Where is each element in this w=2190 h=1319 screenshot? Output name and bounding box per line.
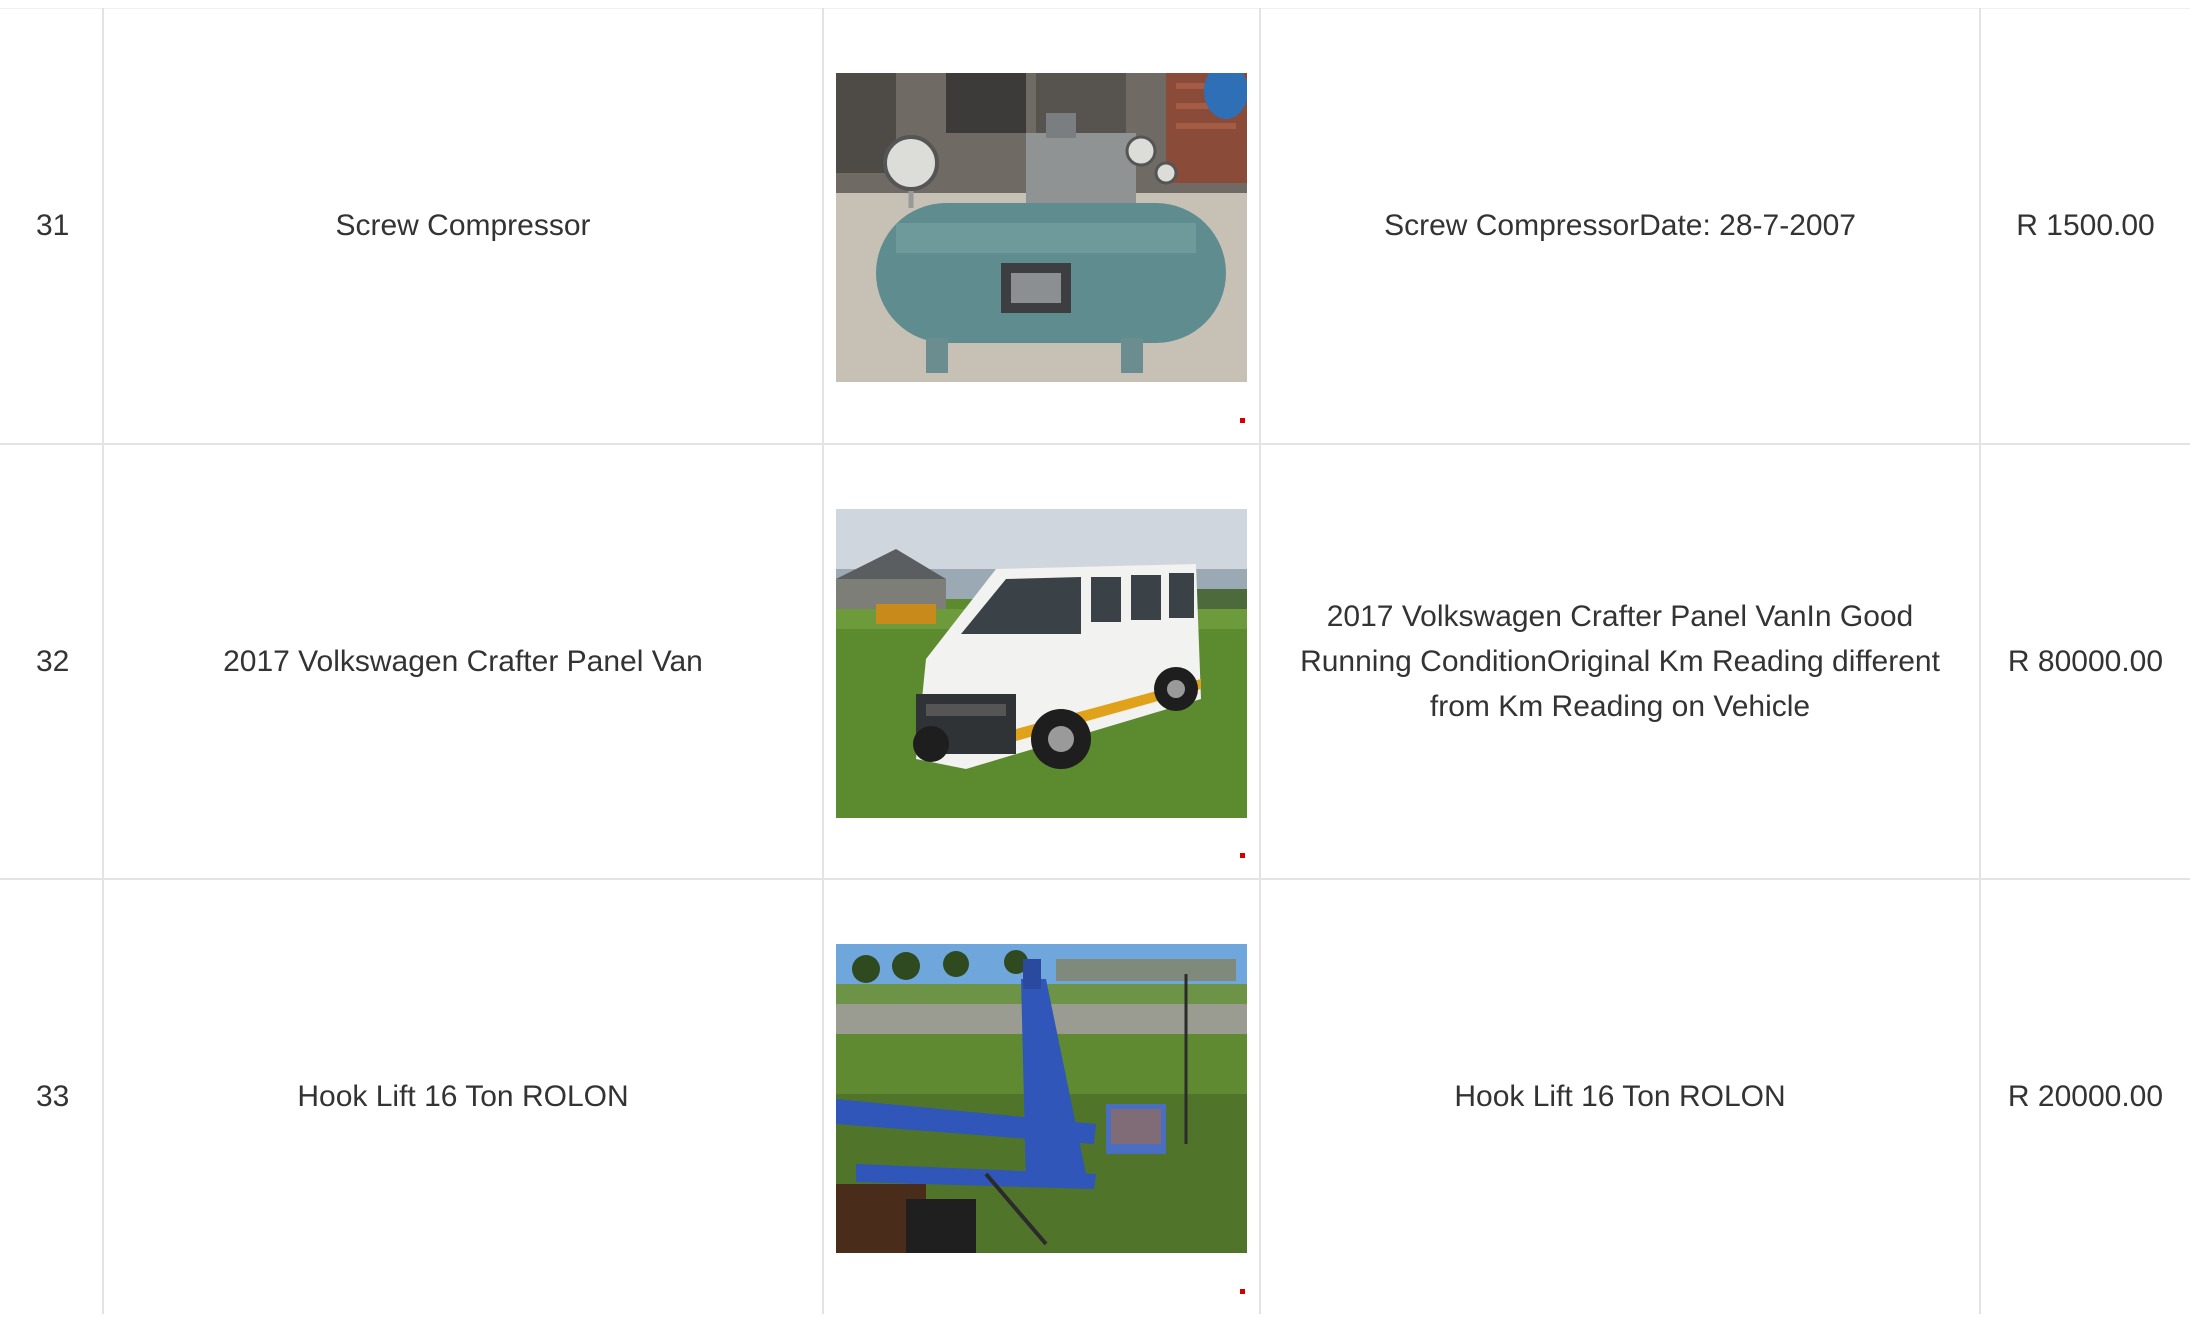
marker-dot xyxy=(1240,1288,1245,1294)
item-price: R 80000.00 xyxy=(1979,442,2190,880)
lot-number: 31 xyxy=(0,8,104,445)
lot-number: 33 xyxy=(0,877,104,1314)
item-name: 2017 Volkswagen Crafter Panel Van xyxy=(102,442,824,880)
table-row: 33 Hook Lift 16 Ton ROLON Hook Lift 16 T… xyxy=(0,877,2190,1314)
item-price: R 20000.00 xyxy=(1979,877,2190,1314)
item-photo-van[interactable] xyxy=(836,508,1247,818)
item-price: R 1500.00 xyxy=(1979,8,2190,445)
marker-dot xyxy=(1240,417,1245,423)
item-name: Hook Lift 16 Ton ROLON xyxy=(102,877,824,1314)
table-row: 32 2017 Volkswagen Crafter Panel Van 201… xyxy=(0,442,2190,880)
item-name: Screw Compressor xyxy=(102,8,824,445)
item-photo-hook-lift[interactable] xyxy=(836,943,1247,1253)
item-description: 2017 Volkswagen Crafter Panel VanIn Good… xyxy=(1259,442,1981,880)
item-description: Screw CompressorDate: 28-7-2007 xyxy=(1259,8,1981,445)
listing-table: 31 Screw Compressor Screw CompressorDate… xyxy=(0,8,2190,1314)
item-image-cell xyxy=(822,442,1261,880)
item-description: Hook Lift 16 Ton ROLON xyxy=(1259,877,1981,1314)
item-image-cell xyxy=(822,8,1261,445)
lot-number: 32 xyxy=(0,442,104,880)
item-photo-compressor[interactable] xyxy=(836,73,1247,382)
item-image-cell xyxy=(822,877,1261,1314)
table-row: 31 Screw Compressor Screw CompressorDate… xyxy=(0,8,2190,445)
marker-dot xyxy=(1240,852,1245,858)
